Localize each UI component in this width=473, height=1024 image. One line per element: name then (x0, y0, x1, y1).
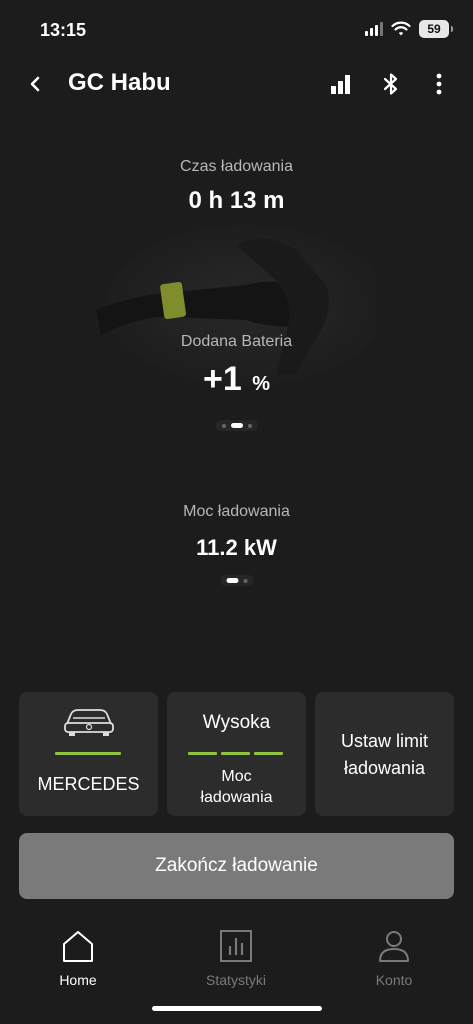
set-limit-label: Ustaw limit ładowania (340, 731, 428, 778)
battery-indicator: 59 (419, 20, 453, 38)
pager-dot (243, 578, 247, 583)
end-charging-button[interactable]: Zakończ ładowanie (19, 833, 454, 899)
pager-dot-active (226, 578, 238, 583)
chevron-left-icon[interactable] (22, 70, 50, 98)
home-indicator[interactable] (152, 1006, 322, 1011)
status-time: 13:15 (40, 20, 87, 40)
vehicle-card[interactable]: MERCEDES (19, 692, 158, 816)
signal-bars-icon[interactable] (328, 70, 356, 98)
wifi-icon (391, 21, 411, 36)
user-icon (379, 931, 409, 962)
nav-account[interactable]: Konto (334, 928, 454, 988)
added-battery-value: +1 (202, 360, 242, 398)
added-battery-value-group: +1 % (0, 360, 473, 399)
charge-power-value: 11.2 kW (196, 535, 277, 560)
pager-dots-top[interactable] (215, 420, 258, 431)
bluetooth-icon[interactable] (377, 70, 405, 98)
power-level-bar (188, 752, 217, 755)
pager-dot (221, 423, 226, 428)
power-level-bar (221, 752, 250, 755)
nav-stats[interactable]: Statystyki (176, 928, 296, 988)
pager-dot-active (230, 423, 243, 428)
power-level-value: Wysoka (202, 712, 271, 733)
nav-account-label: Konto (375, 972, 413, 988)
power-level-card[interactable]: Wysoka Moc ładowania (167, 692, 306, 816)
bar-chart-icon (220, 930, 252, 962)
nav-stats-label: Statystyki (206, 972, 266, 988)
power-level-label: Moc ładowania (200, 768, 273, 806)
pager-dot (247, 423, 252, 428)
nav-home-label: Home (59, 972, 97, 988)
pager-dots-bottom[interactable] (220, 575, 253, 586)
page-title: GC Habu (68, 69, 171, 96)
added-battery-unit: % (252, 373, 270, 395)
status-icons: 59 (365, 20, 453, 38)
nav-home[interactable]: Home (18, 928, 138, 988)
charge-time-value: 0 h 13 m (188, 187, 285, 214)
status-bar: 13:15 59 (0, 0, 473, 60)
info-cards: MERCEDES Wysoka Moc ładowania Ustaw limi… (19, 692, 454, 816)
set-limit-card[interactable]: Ustaw limit ładowania (315, 692, 454, 816)
vehicle-name: MERCEDES (37, 774, 140, 794)
more-vertical-icon[interactable] (425, 70, 453, 98)
bottom-navigation: Home Statystyki Konto (0, 920, 473, 1010)
charge-time-label: Czas ładowania (180, 158, 293, 175)
vehicle-indicator-line (55, 752, 121, 755)
power-level-bar (254, 752, 283, 755)
app-header: GC Habu (0, 60, 473, 108)
charge-power-label: Moc ładowania (183, 503, 290, 520)
cellular-signal-icon (365, 22, 383, 36)
home-icon (63, 931, 93, 962)
added-battery-label: Dodana Bateria (180, 333, 293, 350)
car-icon (64, 709, 114, 736)
charging-status-panel: Czas ładowania 0 h 13 m Dodana Bateria +… (0, 120, 473, 590)
